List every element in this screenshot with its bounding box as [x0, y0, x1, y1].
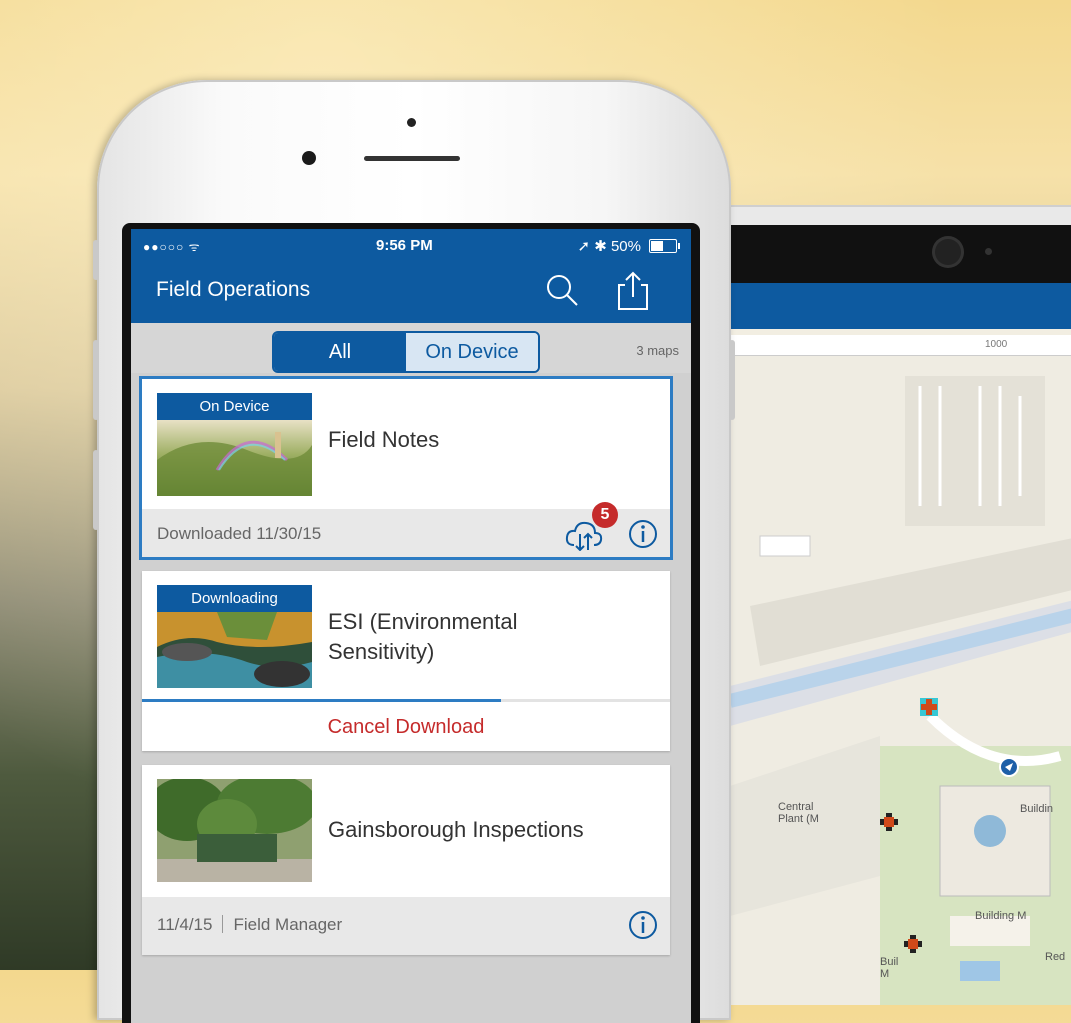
search-icon[interactable]	[543, 271, 583, 311]
location-icon: ➚	[577, 238, 591, 255]
sync-count-badge: 5	[592, 502, 618, 528]
wifi-icon: ᯤ	[188, 240, 201, 254]
signal-strength: ●●○○○ ᯤ	[143, 240, 201, 254]
map-card-gainsborough[interactable]: Gainsborough Inspections 11/4/15 Field Ma…	[142, 765, 670, 955]
map-title: Field Notes	[328, 427, 440, 452]
tablet-screen: 1000 Central Plant (M Buildin Building M…	[730, 225, 1071, 1005]
phone-power-button	[729, 340, 735, 420]
map-label: Building M	[975, 910, 1027, 922]
map-label: Buildin	[1020, 803, 1054, 815]
card-footer: Downloaded 11/30/15 5	[142, 502, 670, 557]
map-meta: 11/4/15 Field Manager	[157, 915, 342, 935]
battery-icon	[649, 239, 680, 253]
map-title: Gainsborough Inspections	[328, 817, 584, 842]
cancel-download-button[interactable]: Cancel Download	[142, 716, 670, 739]
phone-mute-switch	[93, 240, 99, 280]
tablet-map-view[interactable]: Central Plant (M Buildin Building M Buil M…	[730, 356, 1071, 1005]
map-marker-selected[interactable]	[918, 696, 940, 718]
phone-volume-up	[93, 340, 99, 420]
download-date: Downloaded 11/30/15	[157, 524, 322, 543]
download-progress-bar	[142, 699, 670, 702]
map-card-field-notes[interactable]: On Device Field Notes Downloaded 11/30/1…	[139, 376, 673, 560]
tablet-sensor	[985, 248, 992, 255]
map-thumbnail	[157, 779, 312, 882]
status-time: 9:56 PM	[376, 237, 433, 254]
status-badge: On Device	[157, 393, 312, 420]
status-bar: ●●○○○ ᯤ 9:56 PM ➚ ✱ 50%	[131, 229, 691, 261]
map-count: 3 maps	[636, 343, 679, 358]
map-label: Central Plant (M	[778, 801, 819, 825]
tab-on-device[interactable]: On Device	[406, 333, 538, 371]
filter-segmented-control: All On Device	[272, 331, 540, 373]
info-icon[interactable]	[628, 910, 658, 940]
bluetooth-icon: ✱	[594, 238, 607, 255]
app-header: Field Operations	[131, 261, 691, 323]
map-marker[interactable]	[878, 811, 900, 833]
battery-level	[651, 241, 663, 251]
map-label: Buil M	[880, 956, 899, 980]
map-card-esi[interactable]: Downloading ESI (Environmental Sensitivit…	[142, 571, 670, 751]
tablet-camera	[935, 239, 961, 265]
map-thumbnail	[157, 420, 312, 496]
app-display: ●●○○○ ᯤ 9:56 PM ➚ ✱ 50% Field Operations…	[131, 229, 691, 1023]
tablet-toolbar	[730, 283, 1071, 329]
share-icon[interactable]	[613, 269, 653, 313]
phone-screen: ●●○○○ ᯤ 9:56 PM ➚ ✱ 50% Field Operations…	[122, 223, 700, 1023]
map-marker-navigation[interactable]	[998, 756, 1020, 778]
earpiece-speaker	[364, 156, 460, 161]
map-thumbnail	[157, 612, 312, 688]
tablet-device: 1000 Central Plant (M Buildin Building M…	[690, 205, 1071, 1005]
front-camera	[302, 151, 316, 165]
map-drawing	[730, 356, 1071, 1005]
map-scale-label: 1000	[985, 339, 1008, 350]
status-badge: Downloading	[157, 585, 312, 612]
phone-volume-down	[93, 450, 99, 530]
map-owner: Field Manager	[233, 915, 343, 934]
map-title: ESI (Environmental Sensitivity)	[328, 609, 518, 664]
phone-device: ●●○○○ ᯤ 9:56 PM ➚ ✱ 50% Field Operations…	[93, 80, 735, 1023]
map-date: 11/4/15	[157, 915, 213, 934]
status-right: ➚ ✱ 50%	[577, 237, 641, 255]
map-label: Red	[1045, 951, 1066, 963]
map-marker[interactable]	[902, 933, 924, 955]
tablet-bezel	[730, 225, 1071, 283]
app-title: Field Operations	[156, 278, 311, 301]
card-footer: 11/4/15 Field Manager	[142, 897, 670, 955]
download-progress-fill	[142, 699, 502, 702]
info-icon[interactable]	[628, 519, 658, 549]
filter-row: All On Device 3 maps	[131, 323, 691, 373]
battery-percent: 50%	[610, 238, 641, 255]
tab-all[interactable]: All	[274, 333, 406, 371]
proximity-sensor	[407, 118, 416, 127]
map-scale-bar: 1000	[730, 335, 1071, 356]
